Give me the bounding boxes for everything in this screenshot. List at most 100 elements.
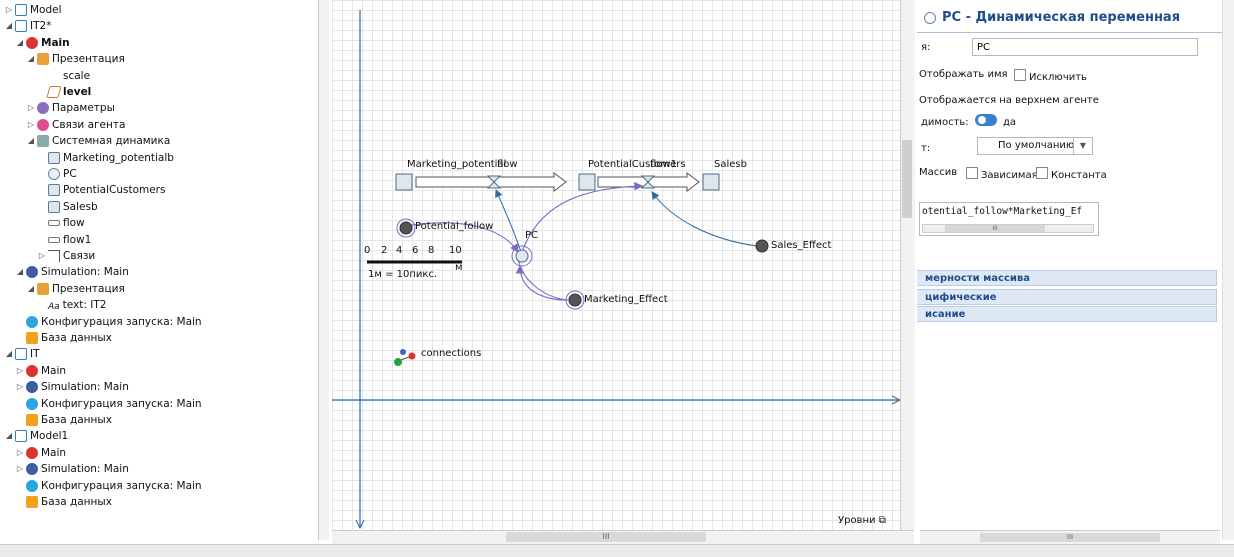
section-description[interactable]: исание: [917, 306, 1217, 322]
properties-hscroll-thumb[interactable]: III: [980, 533, 1160, 542]
constant-checkbox[interactable]: Константа: [1036, 167, 1107, 181]
tree-item[interactable]: ▷ Связи агента: [26, 117, 125, 133]
formula-field[interactable]: otential_follow*Marketing_Ef III: [919, 202, 1099, 236]
expand-toggle-icon[interactable]: ▷: [15, 461, 25, 477]
chevron-down-icon[interactable]: ▼: [1073, 138, 1092, 154]
dependent-checkbox[interactable]: Зависимая: [966, 167, 1038, 181]
levels-button[interactable]: Уровни ⧉: [838, 515, 886, 526]
expand-toggle-icon[interactable]: ▷: [15, 379, 25, 395]
expand-toggle-icon[interactable]: ▷: [15, 363, 25, 379]
tree-item-label: Презентация: [52, 282, 125, 295]
tree-item[interactable]: flow1: [37, 232, 91, 248]
tree-item[interactable]: Marketing_potentialb: [37, 150, 174, 166]
tree-item[interactable]: flow: [37, 215, 85, 231]
tree-item[interactable]: level: [37, 84, 91, 100]
array-checkbox[interactable]: Массив: [919, 167, 957, 178]
visibility-toggle[interactable]: [975, 114, 997, 126]
expand-toggle-icon[interactable]: ▷: [37, 248, 47, 264]
model-canvas[interactable]: Marketing_potential flow PotentialCustom…: [332, 0, 900, 530]
shown-on-top-checkbox[interactable]: Отображается на верхнем агенте: [919, 95, 1099, 106]
expand-toggle-icon[interactable]: ◢: [26, 133, 36, 149]
formula-hscroll[interactable]: III: [922, 224, 1094, 233]
tree-item[interactable]: ◢ Model1: [4, 428, 68, 444]
section-array-dimensions[interactable]: мерности массива: [917, 270, 1217, 286]
expand-toggle-icon[interactable]: ◢: [4, 346, 14, 362]
tree-item[interactable]: База данных: [15, 330, 112, 346]
stock-marketing-potential[interactable]: [395, 173, 413, 191]
expand-toggle-icon[interactable]: ◢: [4, 428, 14, 444]
tree-item[interactable]: ◢ Системная динамика: [26, 133, 170, 149]
tree-item[interactable]: ◢ Main: [15, 35, 70, 51]
tree-item[interactable]: ◢ IT2*: [4, 18, 51, 34]
expand-toggle-icon[interactable]: ◢: [15, 264, 25, 280]
tree-item[interactable]: Конфигурация запуска: Main: [15, 314, 202, 330]
expand-toggle-icon[interactable]: ▷: [26, 117, 36, 133]
canvas-horizontal-scroll-thumb[interactable]: III: [506, 532, 706, 542]
stock-potential-customers[interactable]: [578, 173, 596, 191]
tree-item[interactable]: ▷ Simulation: Main: [15, 379, 129, 395]
name-input[interactable]: [972, 38, 1198, 56]
expand-toggle-icon[interactable]: ▷: [15, 445, 25, 461]
stock-salesb[interactable]: [702, 173, 720, 191]
expand-toggle-icon[interactable]: ◢: [26, 281, 36, 297]
toggle-knob: [978, 116, 986, 124]
tree-item[interactable]: ◢ Simulation: Main: [15, 264, 129, 280]
tree-item[interactable]: PotentialCustomers: [37, 182, 165, 198]
tree-item-label: PC: [63, 168, 77, 180]
constant-label: Константа: [1051, 170, 1107, 181]
project-tree[interactable]: ▷ Model ◢ IT2* ◢ Main ◢ Презентация scale level ▷ П…: [0, 0, 318, 540]
pc-variable[interactable]: [515, 249, 529, 263]
tree-item[interactable]: ▷ Model: [4, 2, 62, 18]
levels-icon: ⧉: [878, 515, 886, 526]
model-icon: [15, 4, 27, 16]
exclude-checkbox[interactable]: Исключить: [1014, 69, 1087, 83]
tree-item[interactable]: Конфигурация запуска: Main: [15, 478, 202, 494]
connections-node-red[interactable]: [408, 352, 416, 360]
expand-toggle-icon[interactable]: ◢: [15, 35, 25, 51]
connections-icon: [48, 250, 60, 262]
sales-effect-variable[interactable]: [755, 239, 769, 253]
label-connections: connections: [421, 348, 482, 359]
section-specific[interactable]: цифические: [917, 289, 1217, 305]
marketing-effect-variable[interactable]: [568, 293, 582, 307]
properties-horizontal-scrollbar[interactable]: III: [920, 530, 1220, 545]
tree-item-label: Salesb: [63, 200, 98, 213]
formula-hscroll-thumb[interactable]: III: [945, 225, 1045, 232]
canvas-vertical-scroll-thumb[interactable]: [902, 140, 912, 218]
tree-item[interactable]: ▷ Main: [15, 445, 66, 461]
tree-item[interactable]: Конфигурация запуска: Main: [15, 396, 202, 412]
tree-item[interactable]: ▷ Simulation: Main: [15, 461, 129, 477]
tree-item[interactable]: ◢ Презентация: [26, 281, 125, 297]
tree-item[interactable]: PC: [37, 166, 77, 182]
show-name-label: Отображать имя: [919, 69, 1008, 80]
canvas-vertical-scrollbar[interactable]: [900, 0, 915, 530]
show-name-checkbox[interactable]: Отображать имя: [919, 69, 1008, 80]
tree-item[interactable]: Aa text: IT2: [37, 297, 106, 313]
tree-item-label: Marketing_potentialb: [63, 151, 174, 164]
tree-item-label: Презентация: [52, 53, 125, 66]
label-sales-effect: Sales_Effect: [771, 240, 832, 251]
connector-marketing-effect-to-pc: [515, 264, 569, 301]
shown-on-top-label: Отображается на верхнем агенте: [919, 95, 1099, 106]
expand-toggle-icon[interactable]: ◢: [4, 18, 14, 34]
tree-item[interactable]: База данных: [15, 494, 112, 510]
tree-vertical-scrollbar[interactable]: [318, 0, 329, 540]
expand-toggle-icon[interactable]: ◢: [26, 51, 36, 67]
tree-item[interactable]: ▷ Main: [15, 363, 66, 379]
tree-item[interactable]: База данных: [15, 412, 112, 428]
tree-item[interactable]: Salesb: [37, 199, 98, 215]
type-dropdown[interactable]: По умолчанию ▼: [977, 137, 1093, 155]
properties-vertical-scrollbar[interactable]: [1222, 0, 1234, 540]
tree-item-label: IT: [30, 348, 40, 361]
tree-item[interactable]: scale: [37, 68, 90, 84]
stock-icon: [48, 200, 60, 213]
tree-item[interactable]: ▷ Связи: [37, 248, 95, 264]
name-label: я:: [921, 42, 931, 53]
tree-item[interactable]: ▷ Параметры: [26, 100, 115, 116]
expand-toggle-icon[interactable]: ▷: [4, 2, 14, 18]
expand-toggle-icon[interactable]: ▷: [26, 100, 36, 116]
database-icon: [26, 496, 38, 508]
tree-item[interactable]: ◢ Презентация: [26, 51, 125, 67]
tree-item[interactable]: ◢ IT: [4, 346, 40, 362]
potential-follow-variable[interactable]: [399, 221, 413, 235]
